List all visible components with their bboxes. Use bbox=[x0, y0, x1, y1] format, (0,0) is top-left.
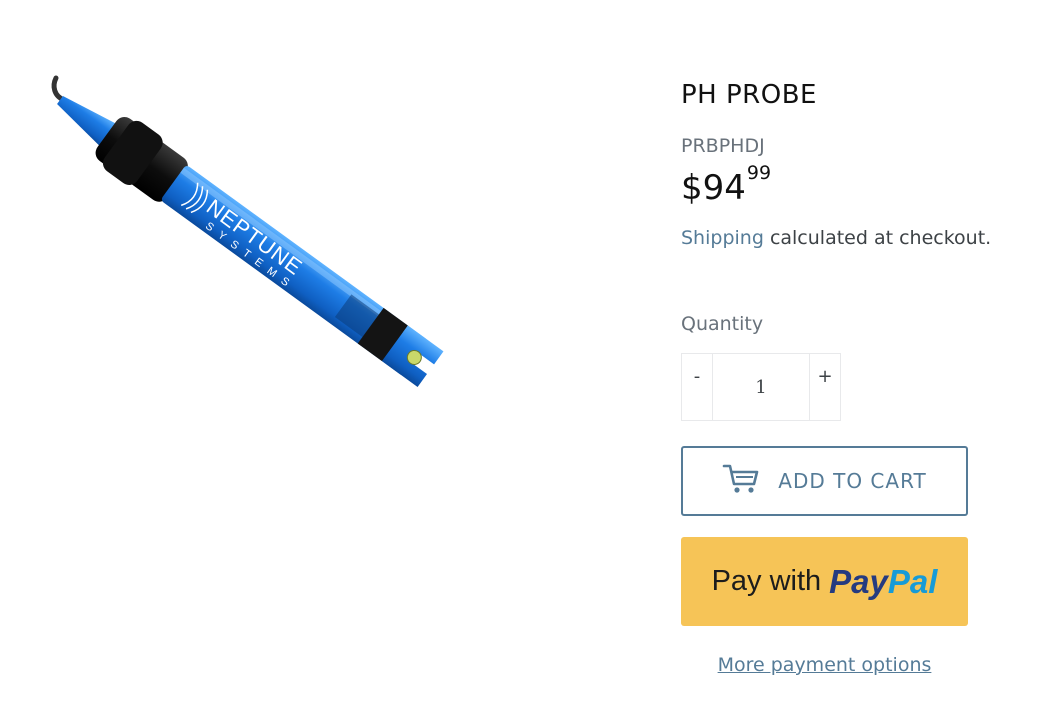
product-title: PH PROBE bbox=[681, 80, 817, 110]
product-page: NEPTUNE SYSTEMS PH PROBE PRBPHDJ $9499 S… bbox=[0, 0, 1057, 720]
shipping-note: Shipping calculated at checkout. bbox=[681, 227, 991, 249]
add-to-cart-button[interactable]: ADD TO CART bbox=[681, 446, 968, 516]
cart-icon bbox=[722, 463, 760, 499]
add-to-cart-label: ADD TO CART bbox=[778, 469, 927, 493]
price-cents: 99 bbox=[746, 161, 772, 184]
paypal-logo: PayPal bbox=[829, 563, 937, 601]
more-payment-options-link[interactable]: More payment options bbox=[681, 654, 968, 676]
ph-probe-image: NEPTUNE SYSTEMS bbox=[51, 75, 444, 388]
product-price: $9499 bbox=[681, 162, 771, 208]
quantity-increase-button[interactable]: + bbox=[810, 354, 840, 420]
quantity-input[interactable] bbox=[712, 354, 810, 420]
quantity-decrease-button[interactable]: - bbox=[682, 354, 712, 420]
quantity-label: Quantity bbox=[681, 313, 764, 335]
shipping-link[interactable]: Shipping bbox=[681, 227, 764, 249]
quantity-stepper: - + bbox=[681, 353, 841, 421]
product-sku: PRBPHDJ bbox=[681, 135, 765, 157]
shipping-suffix: calculated at checkout. bbox=[769, 227, 992, 249]
paypal-prefix: Pay with bbox=[711, 565, 822, 597]
paypal-button[interactable]: Pay with PayPal bbox=[681, 537, 968, 626]
price-dollars: $94 bbox=[681, 168, 746, 208]
product-image[interactable]: NEPTUNE SYSTEMS bbox=[40, 60, 520, 440]
paypal-logo-part1: Pay bbox=[829, 562, 888, 600]
paypal-logo-part2: Pal bbox=[887, 562, 938, 600]
